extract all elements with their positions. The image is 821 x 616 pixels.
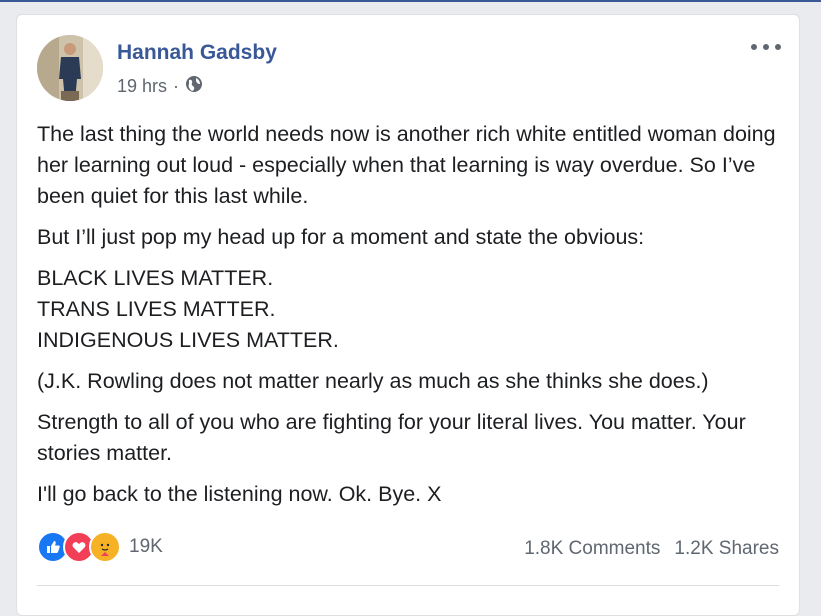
divider (37, 585, 779, 586)
post-body: The last thing the world needs now is an… (37, 119, 782, 520)
globe-icon[interactable] (185, 75, 203, 98)
shares-count[interactable]: 1.2K Shares (674, 538, 779, 560)
avatar-photo (37, 35, 103, 101)
reaction-count[interactable]: 19K (129, 536, 163, 558)
post-card: Hannah Gadsby 19 hrs · The last thing th… (16, 14, 800, 616)
more-options-icon[interactable] (751, 37, 781, 57)
post-paragraph: I'll go back to the listening now. Ok. B… (37, 482, 442, 506)
engagement-counts: 1.8K Comments 1.2K Shares (524, 538, 779, 560)
avatar[interactable] (37, 35, 103, 101)
post-paragraph: INDIGENOUS LIVES MATTER. (37, 328, 339, 352)
post-meta: 19 hrs · (117, 75, 203, 98)
post-paragraph: TRANS LIVES MATTER. (37, 297, 276, 321)
post-paragraph: Strength to all of you who are fighting … (37, 410, 746, 465)
post-paragraph: The last thing the world needs now is an… (37, 122, 776, 208)
post-paragraph: (J.K. Rowling does not matter nearly as … (37, 369, 709, 393)
comments-count[interactable]: 1.8K Comments (524, 538, 660, 560)
meta-separator: · (173, 76, 180, 96)
top-accent-line (0, 0, 821, 2)
post-paragraph: BLACK LIVES MATTER. (37, 266, 274, 290)
reactions-summary[interactable]: 19K (37, 531, 163, 563)
author-name[interactable]: Hannah Gadsby (117, 41, 277, 65)
care-icon (89, 531, 121, 563)
post-timestamp[interactable]: 19 hrs (117, 76, 167, 97)
post-paragraph: But I’ll just pop my head up for a momen… (37, 225, 645, 249)
